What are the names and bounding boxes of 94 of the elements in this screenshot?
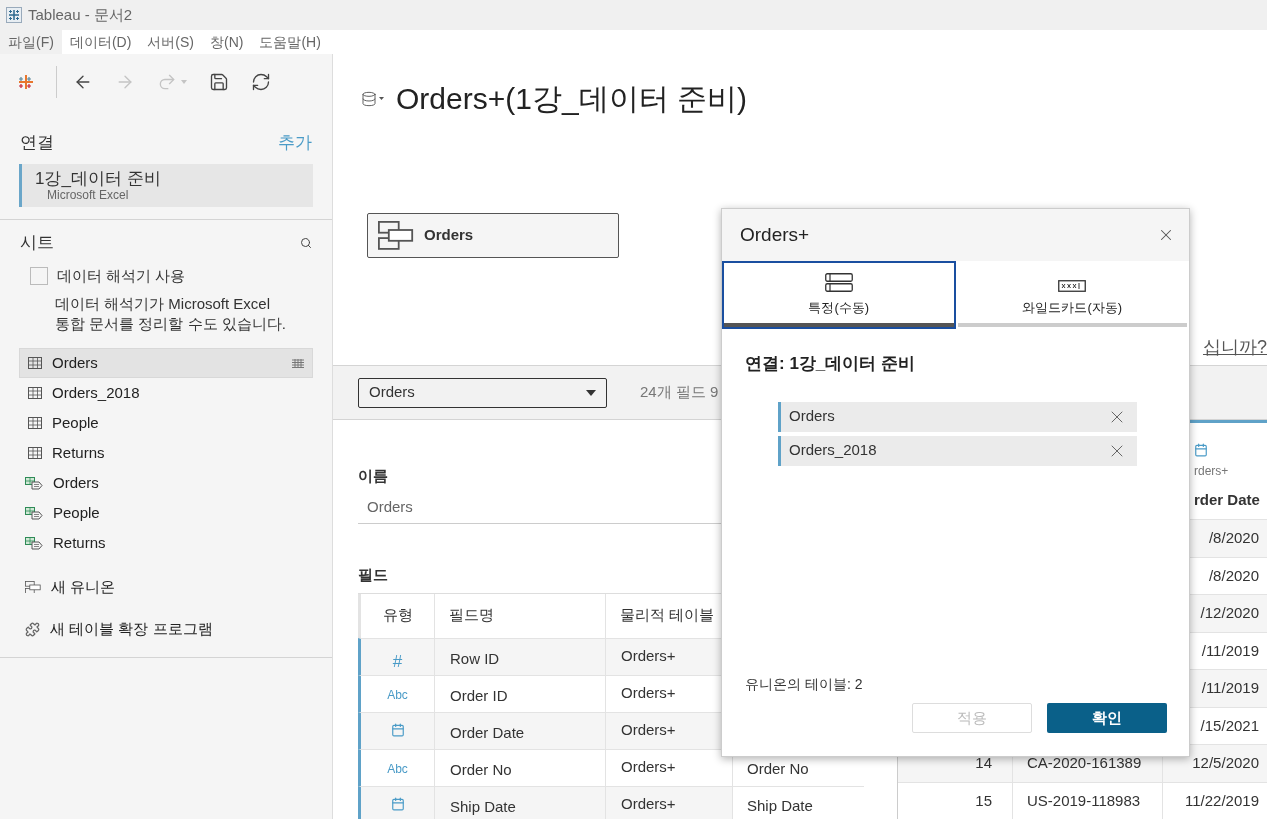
sheet-item[interactable]: People xyxy=(19,498,313,528)
table-cell-text: /15/2021 xyxy=(1200,715,1259,736)
column-header[interactable]: 필드명 xyxy=(435,593,606,638)
section-title: 시트 xyxy=(20,232,54,255)
checkbox[interactable] xyxy=(30,267,48,285)
connection-name: 1강_데이터 준비 xyxy=(35,169,162,188)
union-table-item[interactable]: Orders xyxy=(778,401,1137,432)
connection-heading: 연결: 1강_데이터 준비 xyxy=(745,353,917,375)
table-dropdown[interactable]: Orders xyxy=(358,377,607,408)
menu-item[interactable]: 창(N) xyxy=(202,30,252,54)
menu-item[interactable]: 파일(F) xyxy=(0,30,62,54)
union-table-name: Orders_2018 xyxy=(789,440,877,461)
menu-item[interactable]: 데이터(D) xyxy=(61,30,140,54)
named-range-icon xyxy=(25,506,43,520)
table-node[interactable]: Orders xyxy=(367,213,619,258)
dialog-tab[interactable]: 와일드카드(자동) xyxy=(955,261,1189,329)
named-range-icon xyxy=(25,536,43,550)
string-type-icon: Abc xyxy=(387,759,408,778)
table-cell: Order No xyxy=(435,749,606,786)
sheet-name: Returns xyxy=(53,532,106,553)
table-node-label: Orders xyxy=(424,225,474,246)
column-header[interactable]: rder Date xyxy=(1194,489,1267,512)
table-cell: Order ID xyxy=(435,675,606,712)
union-icon xyxy=(378,221,414,250)
menu-item[interactable]: 서버(S) xyxy=(139,30,202,54)
data-source-title: Orders+(1강_데이터 준비) xyxy=(396,81,747,117)
sheet-name: Orders_2018 xyxy=(52,382,140,403)
table-icon xyxy=(28,387,42,399)
search-icon[interactable] xyxy=(300,237,312,249)
table-cell: Ship Date xyxy=(435,786,606,819)
union-table-name: Orders xyxy=(789,406,835,427)
dialog-title: Orders+ xyxy=(740,222,810,247)
table-icon xyxy=(28,417,42,429)
window-title: Tableau - 문서2 xyxy=(28,4,133,25)
named-range-icon xyxy=(25,476,43,490)
sheet-item[interactable]: People xyxy=(19,408,313,438)
table-cell-text: 12/5/2020 xyxy=(1192,753,1259,773)
sheet-name: Orders xyxy=(52,352,98,373)
table-cell-text: /8/2020 xyxy=(1208,565,1259,586)
union-icon xyxy=(25,580,41,594)
sheet-item[interactable]: Orders xyxy=(19,468,313,498)
table-icon xyxy=(28,357,42,369)
calendar-icon xyxy=(390,722,405,737)
calendar-icon xyxy=(1194,443,1208,457)
fields-label: 필드 xyxy=(358,565,389,585)
union-table-item[interactable]: Orders_2018 xyxy=(778,435,1137,466)
connection-item[interactable]: 1강_데이터 준비 Microsoft Excel xyxy=(19,164,313,207)
list-view-icon[interactable] xyxy=(292,358,304,368)
app-logo-icon xyxy=(6,7,22,23)
sheet-item[interactable]: Orders xyxy=(19,348,313,378)
field-count: 24개 필드 9 xyxy=(640,382,719,403)
table-cell-text: /8/2020 xyxy=(1208,528,1259,548)
new-extension-link[interactable]: 새 테이블 확장 프로그램 xyxy=(0,614,332,644)
table-cell-text: US-2019-118983 xyxy=(1027,790,1141,811)
connection-type: Microsoft Excel xyxy=(47,188,130,202)
table-icon xyxy=(28,447,42,459)
wildcard-icon xyxy=(1058,279,1087,292)
number-type-icon: # xyxy=(392,648,403,674)
sheet-item[interactable]: Returns xyxy=(19,528,313,558)
ok-button[interactable]: 확인 xyxy=(1047,703,1167,733)
interpreter-description: 데이터 해석기가 Microsoft Excel 통합 문서를 정리할 수도 있습니다. xyxy=(54,294,287,334)
new-union-link[interactable]: 새 유니온 xyxy=(0,572,332,602)
table-cell-text: /12/2020 xyxy=(1200,603,1259,623)
table-cell-text: /11/2019 xyxy=(1201,640,1259,661)
sheet-item[interactable]: Returns xyxy=(19,438,313,468)
database-icon[interactable] xyxy=(361,90,384,107)
list-icon xyxy=(824,272,853,292)
table-cell: Ship Date xyxy=(733,786,867,819)
hint-link[interactable]: 십니까? xyxy=(1203,334,1267,361)
table-cell-text: 15 xyxy=(975,790,992,811)
sheet-name: People xyxy=(53,502,100,523)
dialog-tab[interactable]: 특정(수동) xyxy=(722,261,956,329)
sheet-name: Returns xyxy=(52,442,105,463)
table-cell-text: CA-2020-161389 xyxy=(1027,753,1142,773)
dropdown-caret-icon xyxy=(586,389,596,396)
table-cell-text: /11/2019 xyxy=(1201,678,1259,698)
menu-item[interactable]: 도움말(H) xyxy=(251,30,329,54)
section-title: 연결 xyxy=(20,132,54,155)
sheet-name: People xyxy=(52,412,99,433)
table-cell-text: 14 xyxy=(975,753,992,773)
table-cell: Row ID xyxy=(435,638,606,675)
string-type-icon: Abc xyxy=(387,685,408,704)
column-header[interactable]: 유형 xyxy=(361,593,435,638)
sheet-item[interactable]: Orders_2018 xyxy=(19,378,313,408)
checkbox-label: 데이터 해석기 사용 xyxy=(57,265,186,286)
column-source: rders+ xyxy=(1194,463,1230,480)
puzzle-icon xyxy=(25,621,40,637)
sheet-name: Orders xyxy=(53,472,99,493)
name-label: 이름 xyxy=(358,466,389,486)
table-cell-text: 11/22/2019 xyxy=(1185,790,1259,811)
calendar-icon xyxy=(390,796,405,811)
table-cell: Order Date xyxy=(435,712,606,749)
app-logo-icon xyxy=(18,74,34,90)
union-table-count: 유니온의 테이블: 2 xyxy=(745,675,863,694)
